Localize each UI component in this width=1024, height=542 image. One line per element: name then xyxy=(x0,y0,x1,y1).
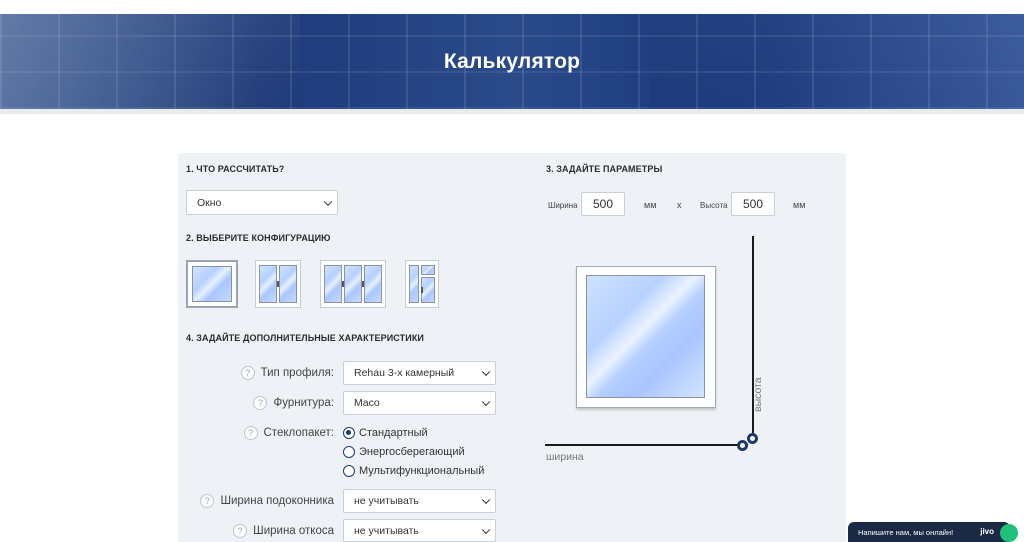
section-extra-title: 4. Задайте дополнительные характеристики xyxy=(186,333,425,343)
width-dimension-line xyxy=(545,444,748,446)
height-drag-handle[interactable] xyxy=(747,433,758,444)
handle-icon xyxy=(342,281,344,287)
sill-select[interactable]: не учитывать xyxy=(343,489,496,513)
help-icon[interactable]: ? xyxy=(233,524,248,538)
hero-divider xyxy=(0,109,1024,114)
slope-select[interactable]: не учитывать xyxy=(343,519,496,542)
glass-option-standard[interactable]: Стандартный xyxy=(343,427,428,439)
width-axis-label: ширина xyxy=(546,451,584,463)
window-glass xyxy=(586,275,705,398)
chat-bubble-icon[interactable] xyxy=(1000,524,1018,542)
fittings-select[interactable]: Maco xyxy=(343,391,496,415)
chevron-down-icon xyxy=(481,367,491,377)
chat-widget[interactable]: Напишите нам, мы онлайн! jivo xyxy=(848,522,1010,542)
handle-icon xyxy=(421,287,423,293)
window-preview xyxy=(576,266,716,408)
times-sign: х xyxy=(677,200,682,210)
glass-option-energy[interactable]: Энергосберегающий xyxy=(343,446,465,458)
glass-option-multi[interactable]: Мультифункциональный xyxy=(343,465,484,477)
width-label: Ширина xyxy=(548,201,578,210)
handle-icon xyxy=(277,281,279,287)
height-unit: мм xyxy=(793,200,806,210)
profile-label: ? Тип профиля: xyxy=(200,366,334,380)
slope-label: ? Ширина откоса xyxy=(180,524,334,538)
chevron-down-icon xyxy=(481,525,491,534)
height-axis-label: высота xyxy=(752,377,764,412)
radio[interactable] xyxy=(343,465,355,477)
handle-icon xyxy=(362,281,364,287)
help-icon[interactable]: ? xyxy=(200,494,215,508)
chevron-down-icon xyxy=(481,495,491,505)
help-icon[interactable]: ? xyxy=(240,366,255,380)
page-title: Калькулятор xyxy=(443,50,581,73)
fittings-label: ? Фурнитура: xyxy=(200,396,334,410)
width-unit: мм xyxy=(644,200,657,210)
chevron-down-icon xyxy=(481,397,491,407)
jivo-logo: jivo xyxy=(980,527,994,536)
width-input[interactable]: 500 xyxy=(581,192,625,216)
config-triple-window[interactable] xyxy=(320,260,386,308)
config-single-window[interactable] xyxy=(186,260,238,308)
help-icon[interactable]: ? xyxy=(253,396,268,410)
top-strip xyxy=(0,0,1024,14)
config-double-window[interactable] xyxy=(255,260,301,308)
hero-banner: Калькулятор xyxy=(0,14,1024,109)
height-input[interactable]: 500 xyxy=(731,192,775,216)
section-params-title: 3. Задайте параметры xyxy=(546,164,663,174)
glass-label: ? Стеклопакет: xyxy=(200,426,334,440)
product-select[interactable]: Окно xyxy=(186,190,338,215)
config-balcony-door[interactable] xyxy=(405,260,439,308)
sill-label: ? Ширина подоконника xyxy=(180,494,334,508)
profile-select[interactable]: Rehau 3-х камерный xyxy=(343,361,496,385)
glass-pane xyxy=(192,266,232,302)
radio-selected[interactable] xyxy=(343,427,355,439)
section-config-title: 2. Выберите конфигурацию xyxy=(186,233,331,243)
chevron-down-icon xyxy=(323,197,333,206)
radio[interactable] xyxy=(343,446,355,458)
height-label: Высота xyxy=(700,201,728,210)
width-drag-handle[interactable] xyxy=(737,440,748,451)
help-icon[interactable]: ? xyxy=(243,426,258,440)
section-what-title: 1. Что рассчитать? xyxy=(186,164,285,174)
